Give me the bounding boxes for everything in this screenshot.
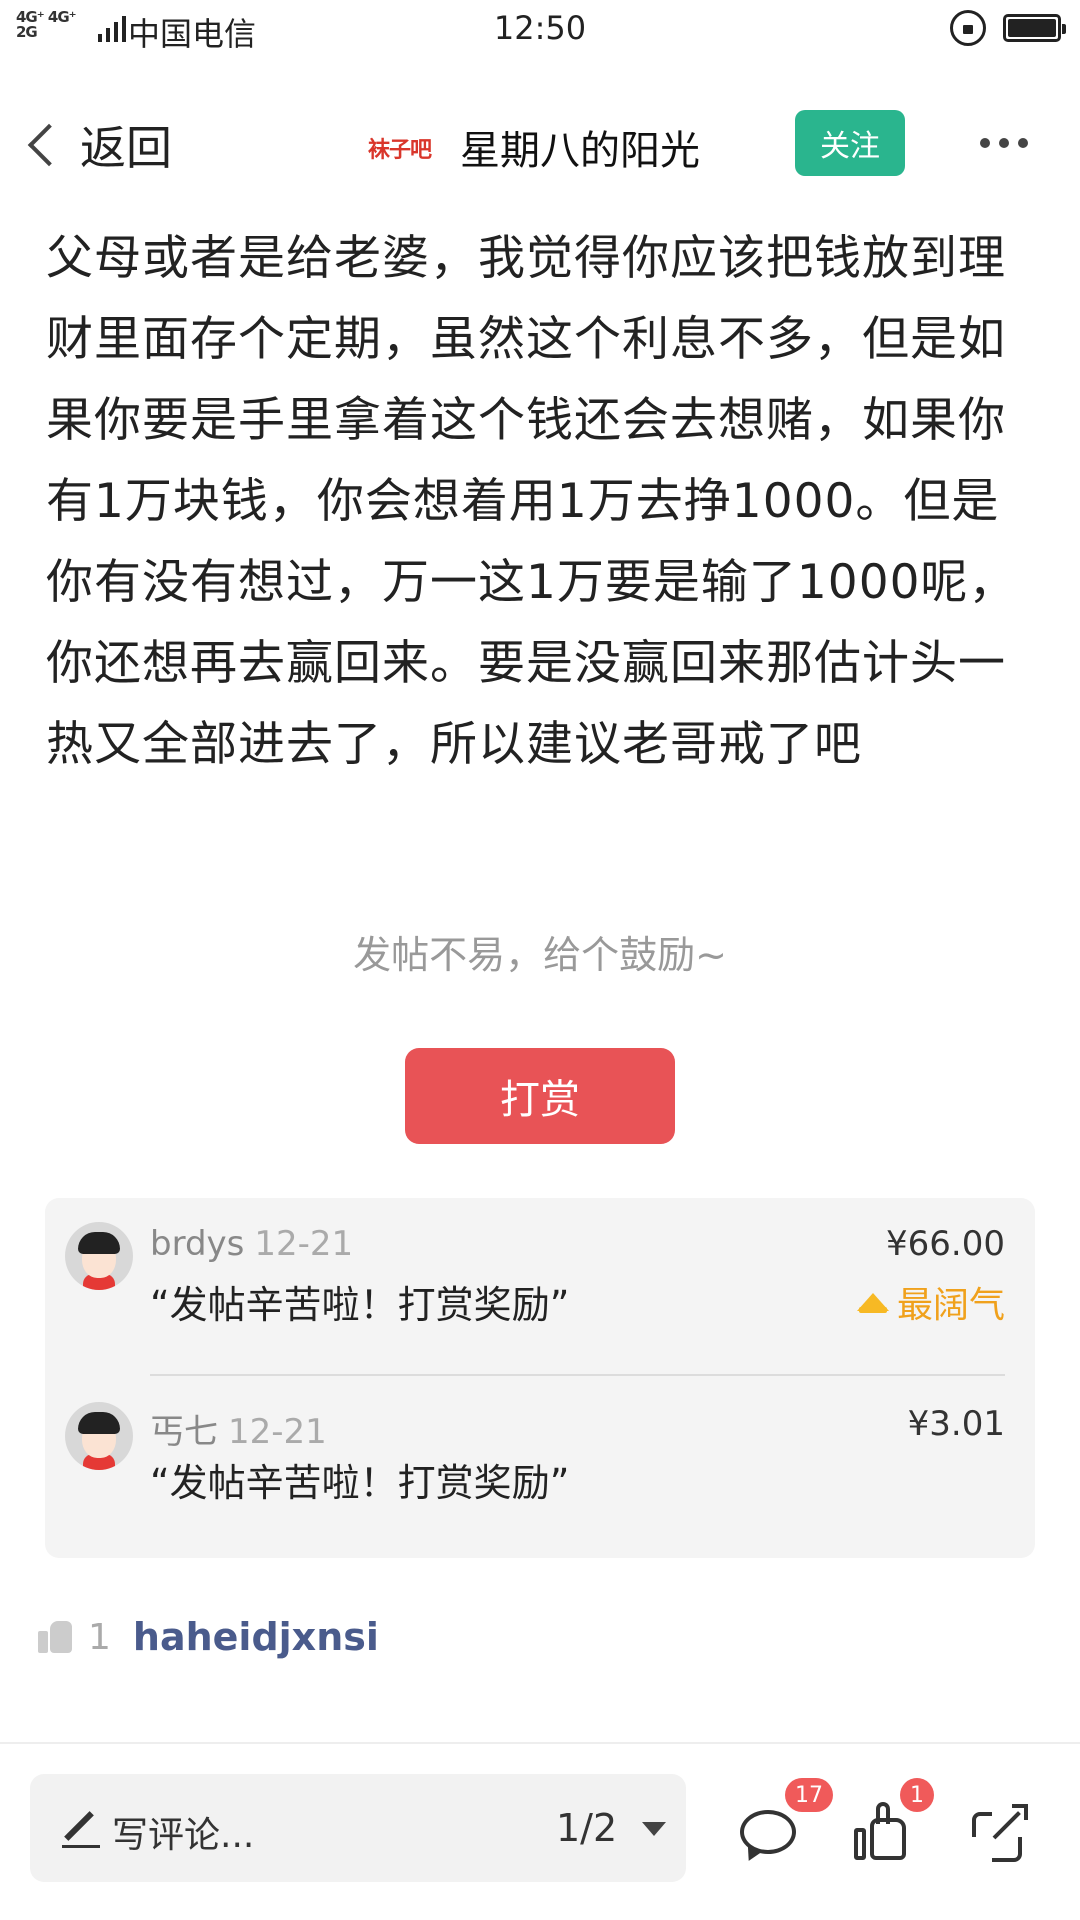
liker-username[interactable]: haheidjxnsi <box>133 1615 379 1659</box>
page-indicator[interactable]: 1/2 <box>556 1806 617 1850</box>
rewarder-name: 丐七 12-21 <box>150 1404 327 1453</box>
back-button[interactable]: 返回 <box>20 112 172 178</box>
rewarder-username[interactable]: 丐七 <box>150 1412 218 1452</box>
battery-icon <box>1003 14 1066 42</box>
back-chevron-icon <box>27 123 71 167</box>
reward-message: “发帖辛苦啦！打赏奖励” <box>150 1461 570 1505</box>
encourage-text: 发帖不易，给个鼓励~ <box>353 933 727 977</box>
list-item: brdys 12-21 “发帖辛苦啦！打赏奖励” ¥66.00 最阔气 <box>45 1198 1035 1358</box>
reward-amount: ¥3.01 <box>907 1404 1005 1444</box>
badge-label: 最阔气 <box>896 1285 1005 1326</box>
reward-date: 12-21 <box>254 1224 354 1264</box>
post-body: 父母或者是给老婆，我觉得你应该把钱放到理财里面存个定期，虽然这个利息不多，但是如… <box>46 231 1017 772</box>
author-name[interactable]: 星期八的阳光 <box>460 118 700 176</box>
reward-list: brdys 12-21 “发帖辛苦啦！打赏奖励” ¥66.00 最阔气 丐七 12-… <box>45 1198 1035 1558</box>
like-count-badge: 1 <box>900 1778 934 1812</box>
more-icon[interactable] <box>980 138 1028 148</box>
header: 返回 袜子吧 星期八的阳光 关注 <box>0 90 1080 200</box>
status-bar: 4G⁺ 4G⁺ 2G 中国电信 12:50 <box>0 0 1080 58</box>
reward-date: 12-21 <box>228 1412 327 1452</box>
pencil-icon <box>62 1808 102 1848</box>
rewarder-username[interactable]: brdys <box>150 1224 244 1264</box>
top-reward-badge: 最阔气 <box>856 1276 1005 1328</box>
like-count: 1 <box>88 1616 111 1658</box>
forum-logo: 袜子吧 <box>368 137 432 163</box>
comment-input[interactable]: 写评论... 1/2 <box>30 1774 686 1882</box>
crown-icon <box>856 1289 889 1315</box>
back-label: 返回 <box>80 121 172 175</box>
reward-message: “发帖辛苦啦！打赏奖励” <box>150 1283 570 1327</box>
avatar[interactable] <box>65 1222 133 1290</box>
comment-count-badge: 17 <box>785 1778 833 1812</box>
rewarder-name: brdys 12-21 <box>150 1224 353 1264</box>
clock: 12:50 <box>493 9 587 47</box>
follow-button[interactable]: 关注 <box>795 110 905 176</box>
list-item: 丐七 12-21 “发帖辛苦啦！打赏奖励” ¥3.01 <box>45 1376 1035 1536</box>
reward-button[interactable]: 打赏 <box>405 1048 675 1144</box>
divider <box>0 1742 1080 1744</box>
dropdown-icon[interactable] <box>642 1822 666 1836</box>
reward-amount: ¥66.00 <box>886 1224 1005 1264</box>
comment-placeholder: 写评论... <box>112 1815 255 1856</box>
like-row: 1 haheidjxnsi <box>38 1612 379 1662</box>
share-icon[interactable] <box>968 1798 1038 1868</box>
rotation-lock-icon <box>950 10 986 46</box>
avatar[interactable] <box>65 1402 133 1470</box>
like-icon[interactable] <box>38 1619 74 1655</box>
